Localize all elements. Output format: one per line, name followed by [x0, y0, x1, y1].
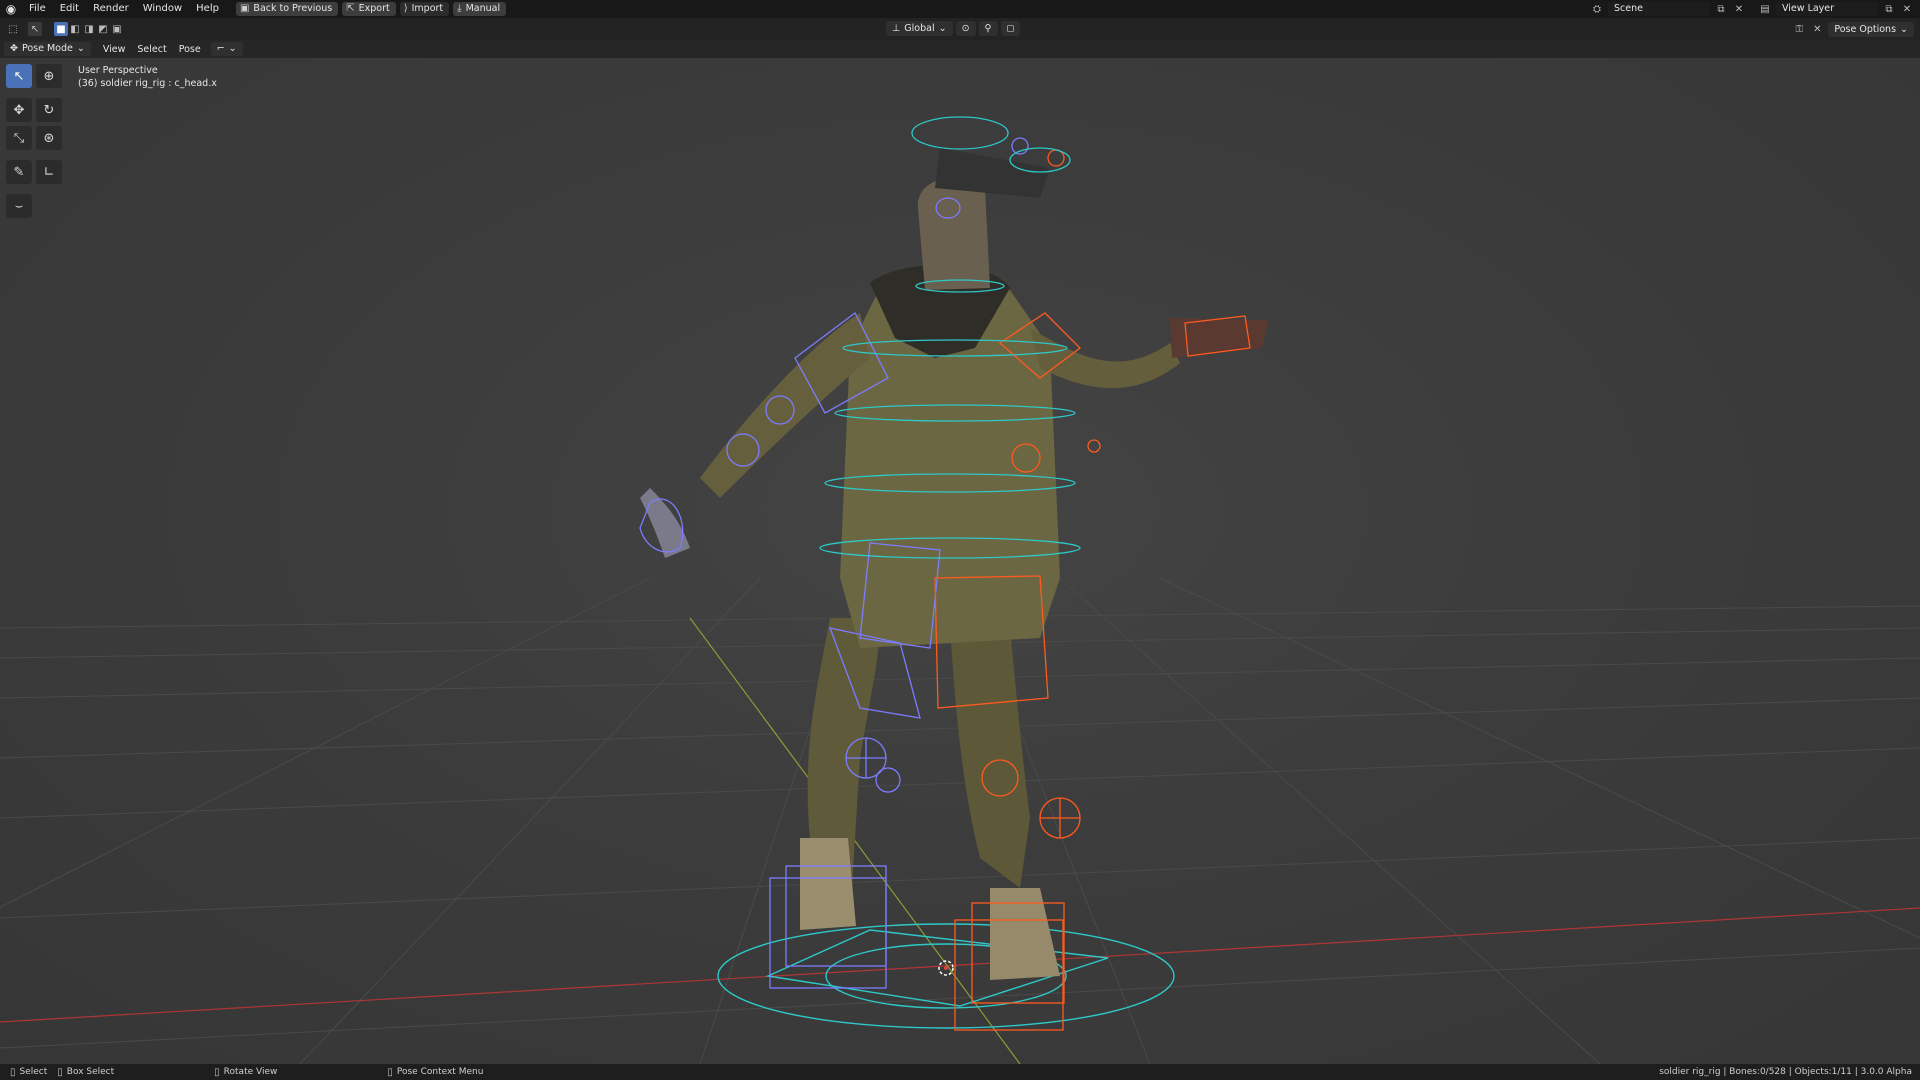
- pose-extra-dropdown[interactable]: ⌐ ⌄: [210, 42, 243, 56]
- mode-dropdown[interactable]: ✥ Pose Mode ⌄: [4, 42, 91, 56]
- status-bar: ▯ Select ▯ Box Select ▯ Rotate View ▯ Po…: [0, 1064, 1920, 1080]
- pose-options-dropdown[interactable]: Pose Options ⌄: [1828, 21, 1914, 37]
- import-label: Import: [411, 3, 444, 14]
- export-button[interactable]: ⇱ Export: [342, 2, 396, 16]
- import-button[interactable]: ⟩ Import: [399, 2, 450, 16]
- screen-icon: ▣: [239, 3, 250, 14]
- pivot-icon: ⊙: [961, 23, 970, 34]
- relax-pose-icon[interactable]: ⌣: [6, 194, 32, 218]
- viewport-info: User Perspective (36) soldier rig_rig : …: [78, 64, 217, 90]
- scene-field[interactable]: Scene: [1608, 2, 1710, 16]
- status-box-select: ▯ Box Select: [57, 1067, 114, 1078]
- orientation-icon: ⊥: [892, 23, 901, 34]
- scene-statistics: soldier rig_rig | Bones:0/528 | Objects:…: [1659, 1067, 1912, 1077]
- mouse-drag-icon: ▯: [57, 1066, 63, 1078]
- download-icon: ⤓: [457, 3, 462, 14]
- mouse-middle-icon: ▯: [214, 1066, 220, 1078]
- editor-type-icon[interactable]: ⬚: [6, 22, 20, 36]
- rotate-icon[interactable]: ↻: [36, 98, 62, 122]
- snap-icon: ⚲: [984, 23, 992, 34]
- proportional-toggle[interactable]: ◻: [1000, 21, 1021, 36]
- auto-ik-icon: ⌐: [216, 43, 225, 54]
- select-new-icon[interactable]: ■: [54, 22, 68, 36]
- scale-icon[interactable]: ⤡: [6, 126, 32, 150]
- select-extend-icon[interactable]: ◧: [68, 22, 82, 36]
- tool-shelf: ↖ ⊕ ✥ ↻ ⤡ ⊛ ✎ ∟ ⌣: [6, 64, 64, 218]
- menu-view[interactable]: View: [97, 44, 132, 55]
- menu-file[interactable]: File: [22, 0, 53, 18]
- snap-toggle[interactable]: ⚲: [978, 21, 998, 36]
- menu-help[interactable]: Help: [189, 0, 226, 18]
- status-context-menu-label: Pose Context Menu: [396, 1067, 484, 1077]
- menu-select[interactable]: Select: [131, 44, 172, 55]
- move-icon[interactable]: ✥: [6, 98, 32, 122]
- annotate-icon[interactable]: ✎: [6, 160, 32, 184]
- menu-window[interactable]: Window: [136, 0, 189, 18]
- status-select-label: Select: [19, 1067, 48, 1077]
- menu-render[interactable]: Render: [86, 0, 136, 18]
- view-layer-field[interactable]: View Layer: [1776, 2, 1878, 16]
- measure-icon[interactable]: ∟: [36, 160, 62, 184]
- select-box-icon[interactable]: ↖: [6, 64, 32, 88]
- manual-button[interactable]: ⤓ Manual: [453, 2, 507, 16]
- back-to-previous-button[interactable]: ▣ Back to Previous: [235, 2, 339, 16]
- viewport-scene[interactable]: [0, 58, 1920, 1064]
- pivot-dropdown[interactable]: ⊙: [955, 21, 976, 36]
- import-icon: ⟩: [403, 3, 408, 14]
- menu-edit[interactable]: Edit: [53, 0, 86, 18]
- mouse-right-icon: ▯: [387, 1066, 393, 1078]
- manual-label: Manual: [465, 3, 501, 14]
- export-icon: ⇱: [346, 3, 355, 14]
- chevron-down-icon: ⌄: [1900, 23, 1908, 35]
- status-select: ▯ Select: [10, 1067, 47, 1078]
- close-view-layer-icon[interactable]: ✕: [1900, 2, 1914, 16]
- transform-icon[interactable]: ⊛: [36, 126, 62, 150]
- status-box-select-label: Box Select: [66, 1067, 115, 1077]
- close-scene-icon[interactable]: ✕: [1732, 2, 1746, 16]
- status-rotate-view: ▯ Rotate View: [214, 1067, 277, 1078]
- close-icon[interactable]: ✕: [1810, 22, 1824, 36]
- new-scene-icon[interactable]: ⧉: [1714, 2, 1728, 16]
- select-intersect-icon[interactable]: ▣: [110, 22, 124, 36]
- viewport-header: ✥ Pose Mode ⌄ View Select Pose ⌐ ⌄: [0, 40, 1920, 58]
- new-view-layer-icon[interactable]: ⧉: [1882, 2, 1896, 16]
- top-menu-bar: ◉ File Edit Render Window Help ▣ Back to…: [0, 0, 1920, 18]
- soldier-character[interactable]: [640, 148, 1268, 980]
- blender-logo-icon[interactable]: ◉: [0, 0, 22, 18]
- pose-options-label: Pose Options: [1834, 23, 1897, 35]
- scene-icon[interactable]: ⛭: [1590, 2, 1604, 16]
- orientation-label: Global: [904, 23, 935, 34]
- mouse-left-icon: ▯: [10, 1066, 16, 1078]
- status-rotate-view-label: Rotate View: [223, 1067, 278, 1077]
- select-invert-icon[interactable]: ◩: [96, 22, 110, 36]
- chevron-down-icon: ⌄: [938, 23, 947, 34]
- active-bone-label: (36) soldier rig_rig : c_head.x: [78, 78, 217, 89]
- transform-orientation-dropdown[interactable]: ⊥ Global ⌄: [886, 21, 953, 36]
- cursor-select-icon[interactable]: ↖: [28, 22, 42, 36]
- keying-icon[interactable]: ⚿: [1792, 22, 1806, 36]
- select-subtract-icon[interactable]: ◨: [82, 22, 96, 36]
- back-to-previous-label: Back to Previous: [253, 3, 333, 14]
- chevron-down-icon: ⌄: [228, 43, 237, 54]
- 3d-viewport[interactable]: ⇱ ✥ ◎ ◫ ⌄: [0, 58, 1920, 1064]
- status-context-menu: ▯ Pose Context Menu: [387, 1067, 483, 1078]
- perspective-label: User Perspective: [78, 65, 158, 76]
- pose-mode-icon: ✥: [10, 43, 18, 54]
- x-axis-line: [0, 907, 1920, 1023]
- menu-pose[interactable]: Pose: [173, 44, 207, 55]
- cursor-icon[interactable]: ⊕: [36, 64, 62, 88]
- export-label: Export: [358, 3, 390, 14]
- tool-settings-header: ⬚ ↖ ■ ◧ ◨ ◩ ▣ ⊥ Global ⌄ ⊙ ⚲ ◻ ⚿ ✕ Pose …: [0, 18, 1920, 41]
- proportional-icon: ◻: [1006, 23, 1015, 34]
- chevron-down-icon: ⌄: [76, 43, 85, 54]
- view-layer-icon[interactable]: ▤: [1758, 2, 1772, 16]
- mode-label: Pose Mode: [21, 43, 73, 54]
